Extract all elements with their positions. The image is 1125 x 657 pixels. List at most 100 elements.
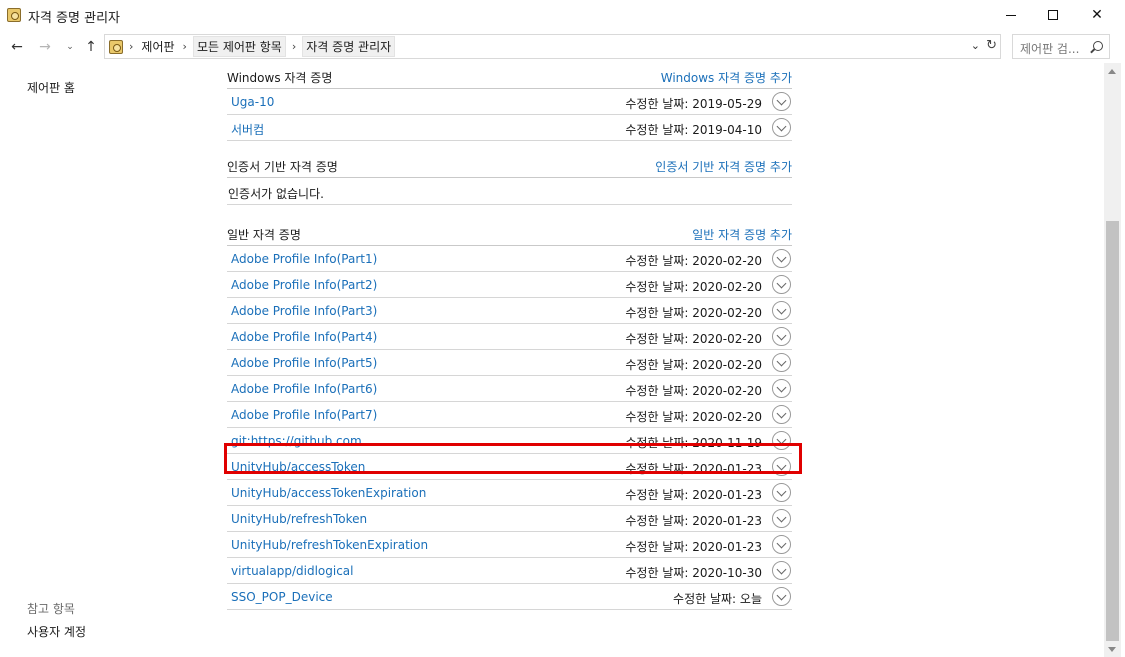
highlight-annotation [224, 443, 802, 474]
credential-name[interactable]: UnityHub/accessTokenExpiration [231, 486, 426, 500]
credential-date: 수정한 날짜: 오늘 [673, 592, 762, 606]
add-windows-credential-link[interactable]: Windows 자격 증명 추가 [661, 69, 792, 86]
address-dropdown-icon[interactable]: ⌄ [971, 39, 980, 52]
control-panel-home-link[interactable]: 제어판 홈 [27, 79, 75, 96]
credential-row[interactable]: virtualapp/didlogical 수정한 날짜: 2020-10-30 [227, 558, 792, 584]
credential-date: 수정한 날짜: 2020-01-23 [625, 514, 762, 528]
credential-date: 수정한 날짜: 2020-02-20 [625, 332, 762, 346]
user-accounts-link[interactable]: 사용자 계정 [27, 623, 86, 640]
credential-row[interactable]: UnityHub/accessTokenExpiration 수정한 날짜: 20… [227, 480, 792, 506]
credential-name[interactable]: Adobe Profile Info(Part4) [231, 330, 377, 344]
breadcrumb-all-items[interactable]: 모든 제어판 항목 [192, 36, 286, 57]
forward-arrow-icon[interactable]: → [37, 39, 53, 55]
expand-chevron-icon[interactable] [772, 405, 791, 424]
certificate-credentials-header: 인증서 기반 자격 증명 인증서 기반 자격 증명 추가 [227, 152, 792, 178]
add-certificate-credential-link[interactable]: 인증서 기반 자격 증명 추가 [655, 158, 792, 175]
expand-chevron-icon[interactable] [772, 118, 791, 137]
generic-credential-list: Adobe Profile Info(Part1) 수정한 날짜: 2020-02… [227, 246, 792, 610]
expand-chevron-icon[interactable] [772, 353, 791, 372]
chevron-right-icon[interactable]: › [292, 40, 296, 53]
expand-chevron-icon[interactable] [772, 561, 791, 580]
credential-date: 수정한 날짜: 2019-04-10 [625, 123, 762, 137]
expand-chevron-icon[interactable] [772, 301, 791, 320]
credential-date: 수정한 날짜: 2020-01-23 [625, 488, 762, 502]
expand-chevron-icon[interactable] [772, 509, 791, 528]
expand-chevron-icon[interactable] [772, 275, 791, 294]
credential-name[interactable]: Adobe Profile Info(Part6) [231, 382, 377, 396]
credential-name[interactable]: Adobe Profile Info(Part7) [231, 408, 377, 422]
left-pane: 제어판 홈 참고 항목 사용자 계정 [0, 63, 200, 657]
expand-chevron-icon[interactable] [772, 535, 791, 554]
no-certificates-row: 인증서가 없습니다. [227, 178, 792, 205]
credential-row[interactable]: Adobe Profile Info(Part6) 수정한 날짜: 2020-02… [227, 376, 792, 402]
close-button[interactable]: ✕ [1074, 0, 1120, 30]
chevron-right-icon[interactable]: › [183, 40, 187, 53]
minimize-icon [1006, 14, 1016, 16]
credential-date: 수정한 날짜: 2020-01-23 [625, 540, 762, 554]
expand-chevron-icon[interactable] [772, 249, 791, 268]
credential-name[interactable]: SSO_POP_Device [231, 590, 333, 604]
credential-date: 수정한 날짜: 2020-02-20 [625, 410, 762, 424]
scrollbar-thumb[interactable] [1106, 221, 1119, 641]
credential-date: 수정한 날짜: 2019-05-29 [625, 97, 762, 111]
credential-row[interactable]: Adobe Profile Info(Part1) 수정한 날짜: 2020-02… [227, 246, 792, 272]
expand-chevron-icon[interactable] [772, 327, 791, 346]
expand-chevron-icon[interactable] [772, 92, 791, 111]
credential-name[interactable]: Adobe Profile Info(Part3) [231, 304, 377, 318]
window-title: 자격 증명 관리자 [28, 11, 120, 26]
scroll-up-icon[interactable] [1108, 69, 1116, 74]
control-panel-icon [109, 39, 123, 54]
maximize-icon [1048, 10, 1058, 20]
minimize-button[interactable] [988, 0, 1034, 30]
credential-row[interactable]: Adobe Profile Info(Part4) 수정한 날짜: 2020-02… [227, 324, 792, 350]
title-bar: 자격 증명 관리자 ✕ [0, 0, 1125, 31]
recent-locations-chevron-icon[interactable]: ⌄ [62, 39, 78, 55]
credential-manager-icon [7, 8, 21, 22]
section-title: Windows 자격 증명 [227, 71, 333, 85]
no-certificates-text: 인증서가 없습니다. [228, 187, 324, 201]
navigation-bar: ← → ⌄ ↑ › 제어판 › 모든 제어판 항목 › 자격 증명 관리자 ⌄ … [0, 31, 1125, 63]
credential-name[interactable]: Adobe Profile Info(Part2) [231, 278, 377, 292]
back-arrow-icon[interactable]: ← [9, 39, 25, 55]
credential-row[interactable]: Uga-10 수정한 날짜: 2019-05-29 [227, 89, 792, 115]
vertical-scrollbar[interactable] [1104, 63, 1121, 657]
credential-name[interactable]: Adobe Profile Info(Part5) [231, 356, 377, 370]
credential-name[interactable]: virtualapp/didlogical [231, 564, 353, 578]
credential-row[interactable]: 서버컴 수정한 날짜: 2019-04-10 [227, 115, 792, 141]
search-icon[interactable] [1093, 41, 1103, 51]
credential-name[interactable]: Adobe Profile Info(Part1) [231, 252, 377, 266]
credential-row[interactable]: UnityHub/refreshTokenExpiration 수정한 날짜: 2… [227, 532, 792, 558]
expand-chevron-icon[interactable] [772, 587, 791, 606]
credential-date: 수정한 날짜: 2020-02-20 [625, 384, 762, 398]
credential-row[interactable]: Adobe Profile Info(Part2) 수정한 날짜: 2020-02… [227, 272, 792, 298]
credential-date: 수정한 날짜: 2020-02-20 [625, 306, 762, 320]
expand-chevron-icon[interactable] [772, 483, 791, 502]
credential-date: 수정한 날짜: 2020-10-30 [625, 566, 762, 580]
credential-date: 수정한 날짜: 2020-02-20 [625, 280, 762, 294]
credential-row[interactable]: Adobe Profile Info(Part7) 수정한 날짜: 2020-02… [227, 402, 792, 428]
up-arrow-icon[interactable]: ↑ [83, 39, 99, 55]
scroll-down-icon[interactable] [1108, 647, 1116, 652]
refresh-icon[interactable]: ↻ [986, 38, 997, 53]
credential-name[interactable]: 서버컴 [231, 121, 264, 138]
credential-row[interactable]: Adobe Profile Info(Part3) 수정한 날짜: 2020-02… [227, 298, 792, 324]
maximize-button[interactable] [1030, 0, 1076, 30]
add-generic-credential-link[interactable]: 일반 자격 증명 추가 [692, 226, 792, 243]
chevron-right-icon[interactable]: › [129, 40, 133, 53]
address-bar[interactable]: › 제어판 › 모든 제어판 항목 › 자격 증명 관리자 ⌄ ↻ [104, 34, 1001, 59]
credential-name[interactable]: UnityHub/refreshToken [231, 512, 367, 526]
breadcrumb-control-panel[interactable]: 제어판 [139, 38, 176, 55]
credential-date: 수정한 날짜: 2020-02-20 [625, 358, 762, 372]
breadcrumb-credential-manager[interactable]: 자격 증명 관리자 [302, 36, 396, 57]
section-title: 일반 자격 증명 [227, 228, 301, 242]
credential-name[interactable]: Uga-10 [231, 95, 274, 109]
see-also-label: 참고 항목 [27, 602, 75, 616]
search-input[interactable]: 제어판 검... [1012, 34, 1110, 59]
expand-chevron-icon[interactable] [772, 379, 791, 398]
credential-row[interactable]: Adobe Profile Info(Part5) 수정한 날짜: 2020-02… [227, 350, 792, 376]
credential-name[interactable]: UnityHub/refreshTokenExpiration [231, 538, 428, 552]
generic-credentials-header: 일반 자격 증명 일반 자격 증명 추가 [227, 220, 792, 246]
credential-row[interactable]: UnityHub/refreshToken 수정한 날짜: 2020-01-23 [227, 506, 792, 532]
credential-row[interactable]: SSO_POP_Device 수정한 날짜: 오늘 [227, 584, 792, 610]
search-placeholder: 제어판 검... [1020, 42, 1080, 56]
